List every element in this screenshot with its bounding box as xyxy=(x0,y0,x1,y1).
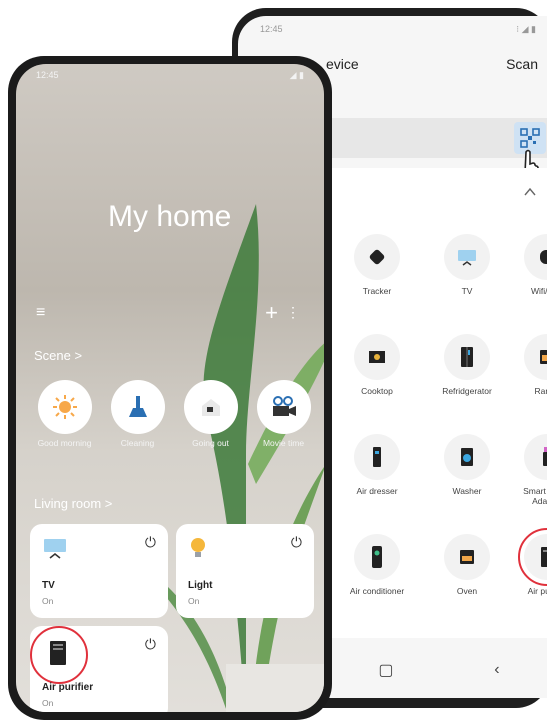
category-label: Air conditioner xyxy=(349,586,405,596)
movie-camera-icon xyxy=(272,396,296,416)
category-range[interactable]: Range xyxy=(512,334,547,426)
category-label: Cooktop xyxy=(361,386,393,396)
scene-label: Cleaning xyxy=(120,438,155,448)
category-label: Refridgerator xyxy=(442,386,492,396)
category-label: Oven xyxy=(456,586,478,596)
back-nav-button[interactable]: ‹ xyxy=(494,661,499,679)
scene-going-out[interactable]: Going out xyxy=(180,380,241,448)
add-button[interactable]: + xyxy=(265,300,278,326)
category-smart-home-adapter[interactable]: Smart Home Adapter xyxy=(512,434,547,526)
device-name: TV xyxy=(42,580,55,591)
refrigerator-icon xyxy=(461,347,473,367)
category-wifi-hub[interactable]: Wifi/Hub xyxy=(512,234,547,326)
status-bar: 12:45 ◢ ▮ xyxy=(16,64,324,86)
power-button[interactable]: ⏻ xyxy=(145,636,156,653)
bulb-icon xyxy=(191,538,205,557)
scene-section-link[interactable]: Scene > xyxy=(34,348,82,363)
category-label: TV xyxy=(461,286,473,296)
highlight-ring xyxy=(518,528,547,586)
house-icon xyxy=(201,399,220,416)
qr-code-icon xyxy=(520,128,540,148)
category-label: Washer xyxy=(452,486,482,496)
status-icons: ◢ ▮ xyxy=(289,69,304,80)
power-button[interactable]: ⏻ xyxy=(145,534,156,551)
sun-icon xyxy=(52,395,77,419)
menu-icon[interactable]: ≡ xyxy=(36,304,45,322)
broom-icon xyxy=(128,396,147,417)
scan-button[interactable]: Scan xyxy=(506,56,538,72)
device-card-tv[interactable]: ⏻ TV On xyxy=(30,524,168,618)
scene-good-morning[interactable]: Good morning xyxy=(34,380,95,448)
device-status: On xyxy=(42,698,54,708)
device-card-light[interactable]: ⏻ Light On xyxy=(176,524,314,618)
scene-list: Good morning Cleaning Going out Movie ti… xyxy=(34,380,314,448)
device-status: On xyxy=(42,596,54,606)
status-icons: ⁝ ◢ ▮ xyxy=(516,23,536,34)
smart-home-adapter-icon xyxy=(543,447,547,466)
device-card-air-purifier[interactable]: ⏻ Air purifier On xyxy=(30,626,168,712)
device-name: Light xyxy=(188,580,213,591)
category-cooktop[interactable]: Cooktop xyxy=(332,334,422,426)
toolbar: ≡ + ⋮ xyxy=(36,300,304,325)
tracker-icon xyxy=(369,249,385,265)
cooktop-icon xyxy=(369,351,385,363)
air-conditioner-icon xyxy=(372,546,382,568)
wifi-hub-icon xyxy=(540,250,547,264)
category-label: Smart Home Adapter xyxy=(523,486,547,506)
category-air-purifier[interactable]: Air purifier xyxy=(512,528,547,626)
oven-icon xyxy=(460,550,474,564)
category-refrigerator[interactable]: Refridgerator xyxy=(422,334,512,426)
status-time: 12:45 xyxy=(260,24,283,34)
category-label: Range xyxy=(534,386,547,396)
more-options-icon[interactable]: ⋮ xyxy=(286,304,300,321)
page-title: evice xyxy=(326,56,359,72)
device-category-grid: Tracker TV Wifi/Hub Cooktop Refridg xyxy=(332,234,547,626)
my-home-phone: 12:45 ◢ ▮ My home ≡ + ⋮ Scene > Good mor… xyxy=(8,56,332,720)
device-status: On xyxy=(188,596,200,606)
category-label: Air dresser xyxy=(356,486,398,496)
air-dresser-icon xyxy=(373,447,381,467)
tv-icon xyxy=(458,250,476,266)
category-washer[interactable]: Washer xyxy=(422,434,512,526)
air-purifier-icon xyxy=(50,641,66,665)
category-oven[interactable]: Oven xyxy=(422,534,512,626)
category-air-dresser[interactable]: Air dresser xyxy=(332,434,422,526)
chevron-up-icon[interactable] xyxy=(524,186,536,198)
scene-movie-time[interactable]: Movie time xyxy=(253,380,314,448)
tv-icon xyxy=(44,539,66,559)
category-label: Tracker xyxy=(362,286,392,296)
living-room-section-link[interactable]: Living room > xyxy=(34,496,112,511)
status-bar: 12:45 ⁝ ◢ ▮ xyxy=(238,16,547,42)
category-label: Air purifier xyxy=(527,586,547,596)
my-home-screen: 12:45 ◢ ▮ My home ≡ + ⋮ Scene > Good mor… xyxy=(16,64,324,712)
range-icon xyxy=(540,350,547,364)
status-time: 12:45 xyxy=(36,70,59,80)
scene-label: Movie time xyxy=(262,438,305,448)
category-air-conditioner[interactable]: Air conditioner xyxy=(332,534,422,626)
page-title: My home xyxy=(108,200,232,233)
scene-label: Going out xyxy=(192,438,229,448)
category-label: Wifi/Hub xyxy=(530,286,547,296)
home-nav-button[interactable]: ▢ xyxy=(378,660,393,680)
scene-cleaning[interactable]: Cleaning xyxy=(107,380,168,448)
scene-label: Good morning xyxy=(37,438,92,448)
category-tracker[interactable]: Tracker xyxy=(332,234,422,326)
washer-icon xyxy=(461,448,473,466)
device-name: Air purifier xyxy=(42,682,94,693)
power-button[interactable]: ⏻ xyxy=(291,534,302,551)
category-tv[interactable]: TV xyxy=(422,234,512,326)
